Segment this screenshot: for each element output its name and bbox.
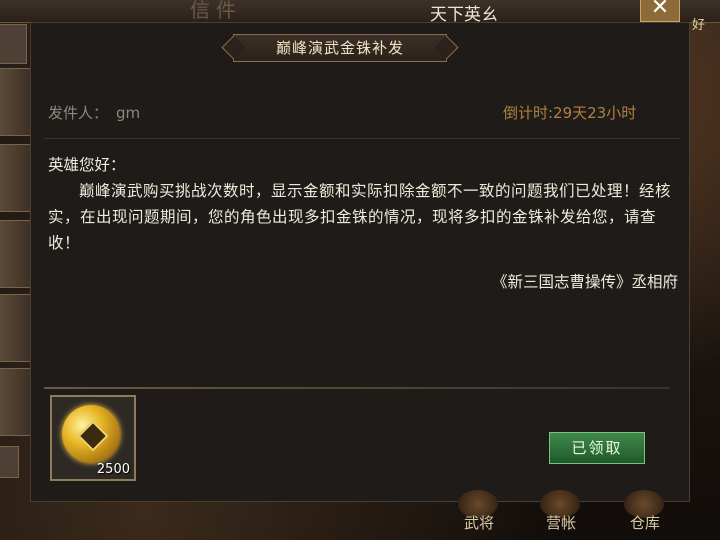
mail-tab-bottom[interactable] [0,446,19,478]
gold-coin-icon [62,405,120,463]
sender-label: 发件人： [48,104,109,122]
mail-window-title: 信件 [190,0,242,22]
sender-name: gm [116,104,141,122]
header-divider [44,138,680,139]
mail-tab-top[interactable] [0,24,27,64]
attachment-divider [44,387,670,389]
nav-camp[interactable]: 营帐 [546,512,576,533]
mail-signature: 《新三国志曹操传》丞相府 [491,273,678,291]
nav-generals[interactable]: 武将 [464,512,494,533]
expiry-countdown: 倒计时:29天23小时 [503,104,637,122]
close-button[interactable]: ✕ [640,0,680,22]
top-bar [0,0,720,23]
attachment-item-slot[interactable]: 2500 [50,395,136,481]
mail-message: 巅峰演武购买挑战次数时，显示金额和实际扣除金额不一致的问题我们已处理！经核实，在… [48,182,672,252]
nav-warehouse[interactable]: 仓库 [630,512,660,533]
friend-hint-label: 好 [692,18,706,33]
attachment-quantity: 2500 [96,462,130,477]
mail-body: 英雄您好： 巅峰演武购买挑战次数时，显示金额和实际扣除金额不一致的问题我们已处理… [48,152,678,256]
sender-row: 发件人： gm [48,102,140,123]
mail-subject: 巅峰演武金铢补发 [233,34,447,62]
coin-hole [77,420,109,452]
mail-greeting: 英雄您好： [48,156,126,174]
claimed-button[interactable]: 已领取 [549,432,645,464]
